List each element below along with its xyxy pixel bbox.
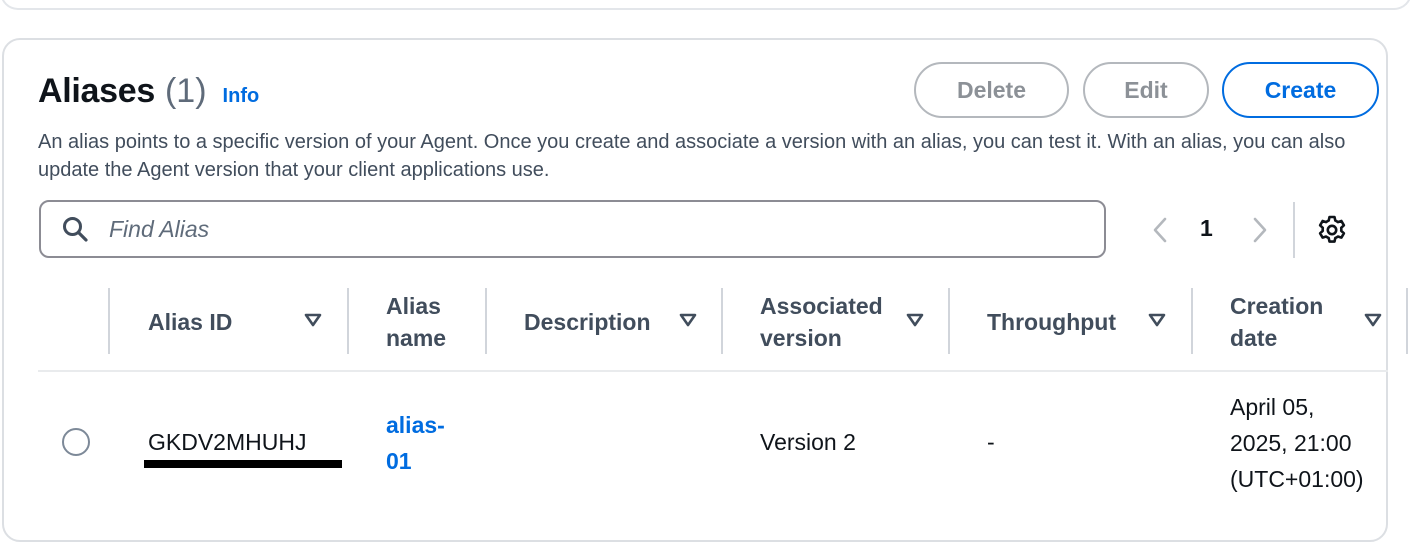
redaction-bar: [144, 460, 342, 468]
column-header-alias-name[interactable]: Alias name: [386, 290, 446, 354]
column-separator[interactable]: [108, 288, 110, 354]
column-header-label: Alias ID: [148, 309, 233, 335]
column-header-label: Throughput: [987, 309, 1117, 335]
sort-down-icon[interactable]: [1148, 312, 1166, 328]
column-header-label: Alias: [386, 293, 441, 319]
edit-button[interactable]: Edit: [1083, 62, 1209, 118]
column-separator[interactable]: [721, 288, 723, 354]
cell-creation-date: April 05, 2025, 21:00 (UTC+01:00): [1230, 389, 1364, 497]
column-header-description[interactable]: Description: [524, 290, 651, 354]
column-header-label: version: [760, 325, 842, 351]
column-header-label: Associated: [760, 293, 883, 319]
current-page[interactable]: 1: [1200, 215, 1213, 242]
cell-alias-id: GKDV2MHUHJ: [148, 429, 307, 455]
header-row-divider: [38, 370, 1388, 372]
create-button[interactable]: Create: [1222, 62, 1379, 118]
sort-down-icon[interactable]: [1364, 312, 1382, 328]
column-header-label: Description: [524, 309, 651, 335]
cell-throughput: -: [987, 429, 995, 455]
column-separator[interactable]: [485, 288, 487, 354]
chevron-left-icon[interactable]: [1150, 216, 1170, 244]
cell-associated-version: Version 2: [760, 429, 856, 455]
sort-down-icon[interactable]: [304, 312, 322, 328]
alias-name-line: alias-: [386, 412, 445, 438]
column-header-throughput[interactable]: Throughput: [987, 290, 1116, 354]
column-header-label: date: [1230, 325, 1278, 351]
chevron-right-icon[interactable]: [1250, 216, 1270, 244]
pager-divider: [1293, 202, 1295, 258]
previous-panel: [0, 0, 1412, 10]
alias-count: (1): [164, 72, 207, 110]
page-title: Aliases: [38, 72, 155, 110]
search-icon: [63, 217, 88, 242]
column-separator[interactable]: [1406, 288, 1408, 354]
info-link[interactable]: Info: [223, 85, 260, 108]
creation-date-line: 2025, 21:00: [1230, 430, 1352, 456]
column-separator[interactable]: [948, 288, 950, 354]
creation-date-line: (UTC+01:00): [1230, 466, 1364, 492]
sort-down-icon[interactable]: [679, 312, 697, 328]
column-header-label: Creation: [1230, 293, 1324, 319]
panel-header: Aliases (1) Info: [38, 72, 259, 111]
creation-date-line: April 05,: [1230, 394, 1315, 420]
alias-name-line: 01: [386, 448, 412, 474]
search-box[interactable]: [39, 200, 1106, 258]
gear-icon[interactable]: [1316, 214, 1348, 246]
column-header-associated-version[interactable]: Associated version: [760, 290, 883, 354]
delete-button[interactable]: Delete: [914, 62, 1069, 118]
search-input[interactable]: [107, 214, 1011, 244]
column-header-alias-id[interactable]: Alias ID: [148, 290, 232, 354]
sort-down-icon[interactable]: [906, 312, 924, 328]
panel-description: An alias points to a specific version of…: [38, 131, 1346, 181]
column-header-label: name: [386, 325, 447, 351]
column-separator[interactable]: [347, 288, 349, 354]
column-header-creation-date[interactable]: Creation date: [1230, 290, 1323, 354]
column-separator[interactable]: [1191, 288, 1193, 354]
row-select-radio[interactable]: [62, 428, 90, 456]
cell-alias-name-link[interactable]: alias- 01: [386, 407, 445, 479]
